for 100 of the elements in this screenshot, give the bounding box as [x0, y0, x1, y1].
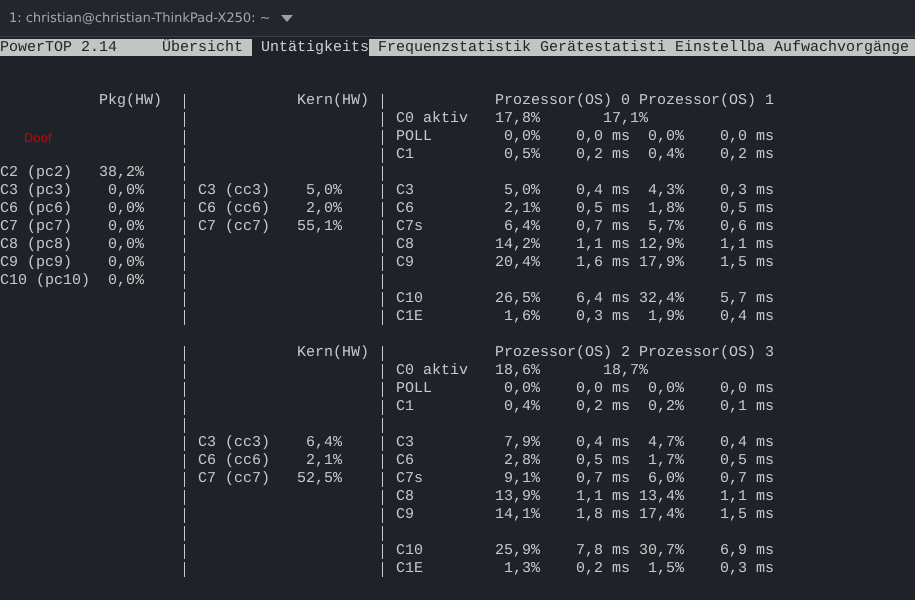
app-title: PowerTOP 2.14 [0, 39, 117, 56]
table-cell: 17,1% [603, 110, 648, 128]
table-cell-text: 0,4 ms [574, 434, 630, 452]
table-cell-text: 1,8 ms [574, 506, 630, 524]
table-cell-text: 0,0% [106, 182, 144, 200]
table-cell-text: POLL [396, 380, 434, 398]
table-cell-text: 1,1 ms [718, 488, 774, 506]
table-cell-text: 6,4% [502, 218, 540, 236]
table-cell-text: 0,7 ms [718, 470, 774, 488]
table-cell-text: 30,7% [638, 542, 684, 560]
table-cell-text: C6 (cc6) [198, 200, 272, 218]
table-cell-text: 4,7% [646, 434, 684, 452]
table-cell-text: 0,1 ms [718, 398, 774, 416]
table-cell-text: 6,9 ms [718, 542, 774, 560]
table-cell-text: C6 [396, 200, 416, 218]
table-cell-text: 14,2% [494, 236, 540, 254]
table-cell-text: 0,0 ms [574, 380, 630, 398]
table-cell-text: 20,4% [494, 254, 540, 272]
table-cell-text: C7s [396, 218, 424, 236]
table-cell-text: 13,9% [494, 488, 540, 506]
table-cell-text: 0,4 ms [718, 434, 774, 452]
caret-down-icon[interactable] [280, 15, 293, 22]
table-cell-text: C3 [396, 182, 416, 200]
table-cell: C0 aktiv [396, 362, 468, 380]
table-cell-text: C2 (pc2) [0, 164, 74, 182]
table-cell-text: C1E [396, 560, 424, 578]
table-cell-text: 0,3 ms [574, 308, 630, 326]
table-cell-text: 1,8% [646, 200, 684, 218]
tab[interactable]: Frequenzstatistik [369, 39, 531, 56]
table-cell-text: C9 (pc9) [0, 254, 74, 272]
table-cell-text: 6,0% [646, 470, 684, 488]
table-cell-text: 1,9% [646, 308, 684, 326]
tab[interactable]: Untätigkeits [252, 39, 369, 56]
table-cell-text: 2,1% [304, 452, 342, 470]
table-cell-text: 1,7% [646, 452, 684, 470]
table-cell-text: 0,0 ms [574, 128, 630, 146]
table-cell-text: 7,8 ms [574, 542, 630, 560]
tab[interactable]: Gerätestatisti [531, 39, 666, 56]
table-cell-text: 5,0% [304, 182, 342, 200]
column-header: Prozessor(OS) 2 [495, 344, 630, 362]
table-cell-text: 0,4% [502, 398, 540, 416]
table-cell-text: 14,1% [494, 506, 540, 524]
table-cell-text: C10 (pc10) [0, 272, 92, 290]
table-cell-text: 0,2 ms [574, 560, 630, 578]
column-header: Prozessor(OS) 1 [639, 92, 774, 110]
table-cell-text: 5,7 ms [718, 290, 774, 308]
table-cell-text: C8 (pc8) [0, 236, 74, 254]
table-cell-text: 12,9% [638, 236, 684, 254]
table-cell-text: 5,0% [502, 182, 540, 200]
table-cell-text: C6 [396, 452, 416, 470]
table-cell-text: C3 (pc3) [0, 182, 74, 200]
table-cell-text: 4,3% [646, 182, 684, 200]
overlay-label: Doof [24, 131, 52, 145]
table-cell-text: 0,7 ms [574, 218, 630, 236]
table-cell-text: 25,9% [494, 542, 540, 560]
table-cell-text: C9 [396, 254, 416, 272]
table-cell-text: C7 (cc7) [198, 218, 272, 236]
table-cell-text: 26,5% [494, 290, 540, 308]
table-cell-text: C9 [396, 506, 416, 524]
table-cell-text: C10 [396, 290, 424, 308]
table-cell: C0 aktiv [396, 110, 468, 128]
table-cell-text: 7,9% [502, 434, 540, 452]
table-cell-text: 1,6 ms [574, 254, 630, 272]
tab[interactable]: Einstellba [666, 39, 765, 56]
table-cell-text: 0,4 ms [718, 308, 774, 326]
table-cell-text: 0,7 ms [574, 470, 630, 488]
table-cell-text: 55,1% [296, 218, 342, 236]
table-cell-text: 0,0% [106, 236, 144, 254]
column-header: Prozessor(OS) 3 [639, 344, 774, 362]
table-cell-text: 1,6% [502, 308, 540, 326]
table-cell-text: 0,4% [646, 146, 684, 164]
table-cell-text: 1,5 ms [718, 254, 774, 272]
table-cell-text: C1 [396, 398, 416, 416]
table-cell-text: C8 [396, 488, 416, 506]
table-cell-text: 0,5 ms [718, 200, 774, 218]
table-cell-text: 2,1% [502, 200, 540, 218]
table-cell-text: C3 (cc3) [198, 434, 272, 452]
table-cell-text: C1E [396, 308, 424, 326]
table-cell-text: 0,0% [502, 128, 540, 146]
table-cell-text: POLL [396, 128, 434, 146]
tab[interactable]: Übersicht [153, 39, 252, 56]
table-cell-text: 1,5 ms [718, 506, 774, 524]
window-title: 1: christian@christian-ThinkPad-X250: ~ [9, 10, 271, 26]
table-cell-text: 0,2 ms [718, 146, 774, 164]
table-cell-text: 1,1 ms [574, 488, 630, 506]
table-cell-text: 1,3% [502, 560, 540, 578]
table-cell-text: C7 (pc7) [0, 218, 74, 236]
column-header: Prozessor(OS) 0 [495, 92, 630, 110]
table-cell: 17,8% [495, 110, 540, 128]
table-cell-text: 0,0% [106, 254, 144, 272]
tab[interactable]: Aufwachvorgänge [765, 39, 909, 56]
table-cell-text: 1,1 ms [574, 236, 630, 254]
table-cell-text: 0,2 ms [574, 398, 630, 416]
table-cell-text: 0,5% [502, 146, 540, 164]
table-cell-text: 0,0 ms [718, 128, 774, 146]
table-cell-text: 6,4 ms [574, 290, 630, 308]
table-cell-text: 0,0% [646, 128, 684, 146]
table-cell-text: 17,9% [638, 254, 684, 272]
table-cell-text: C6 (pc6) [0, 200, 74, 218]
column-header: Kern(HW) [296, 92, 369, 110]
